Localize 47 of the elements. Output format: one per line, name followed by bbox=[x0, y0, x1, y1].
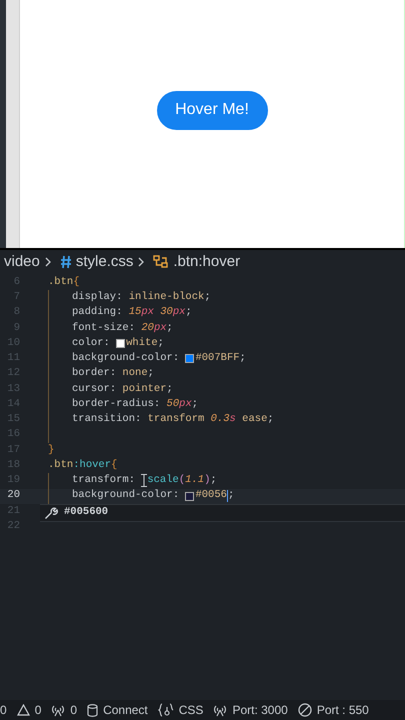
code-text: padding: 15px 30px; bbox=[72, 305, 192, 320]
text-cursor-icon bbox=[141, 474, 148, 488]
wrench-icon bbox=[44, 506, 58, 520]
code-text: cursor: pointer; bbox=[72, 382, 173, 396]
status-item[interactable]: Port : 550 bbox=[298, 701, 369, 719]
color-swatch[interactable] bbox=[116, 339, 126, 348]
blocked-icon bbox=[298, 703, 312, 717]
chevron-icon bbox=[44, 256, 52, 268]
status-item[interactable]: 0 bbox=[0, 701, 7, 719]
code-text: transform: bbox=[72, 473, 136, 488]
symbol-icon bbox=[153, 254, 170, 270]
code-text: #0056 bbox=[195, 488, 227, 504]
status-item[interactable]: Connect bbox=[87, 701, 148, 719]
hash-icon bbox=[60, 255, 72, 269]
hover-me-button[interactable]: Hover Me! bbox=[156, 90, 268, 130]
warning-icon bbox=[16, 704, 30, 716]
breadcrumb-item[interactable]: video bbox=[4, 250, 40, 274]
braces-icon bbox=[158, 703, 174, 717]
status-item[interactable]: CSS bbox=[158, 701, 204, 719]
line-number: 20 bbox=[6, 488, 20, 504]
status-item[interactable]: 0 bbox=[16, 701, 42, 719]
code-text: background-color: bbox=[72, 488, 180, 504]
color-swatch[interactable] bbox=[185, 492, 194, 501]
code-text: ; bbox=[228, 488, 234, 504]
code-text: border: none; bbox=[72, 366, 154, 382]
code-text: transition: transform 0.3s ease; bbox=[72, 412, 274, 427]
code-text: white; bbox=[126, 336, 164, 351]
antenna-icon bbox=[213, 704, 228, 716]
chevron-icon bbox=[137, 256, 146, 268]
status-item[interactable]: 0 bbox=[51, 701, 78, 719]
code-text: #007BFF; bbox=[195, 351, 246, 366]
code-text: color: bbox=[72, 336, 111, 351]
code-text: border-radius: 50px; bbox=[72, 396, 198, 412]
suggestion-item[interactable]: #005600 bbox=[40, 504, 405, 522]
breadcrumb-item[interactable]: style.css bbox=[76, 250, 134, 274]
database-icon bbox=[87, 704, 98, 716]
code-text: scale(1.1); bbox=[147, 473, 217, 488]
breadcrumb-item[interactable]: .btn:hover bbox=[173, 250, 240, 274]
antenna-icon bbox=[51, 704, 66, 716]
code-text: background-color: bbox=[72, 351, 180, 366]
code-text: display: inline-block; bbox=[72, 290, 211, 305]
code-text: } bbox=[48, 442, 54, 458]
code-text: .btn:hover{ bbox=[48, 458, 118, 473]
code-text: font-size: 20px; bbox=[72, 320, 173, 336]
status-item[interactable]: Port: 3000 bbox=[213, 701, 288, 719]
code-text: .btn{ bbox=[48, 274, 80, 290]
color-swatch[interactable] bbox=[185, 354, 194, 364]
